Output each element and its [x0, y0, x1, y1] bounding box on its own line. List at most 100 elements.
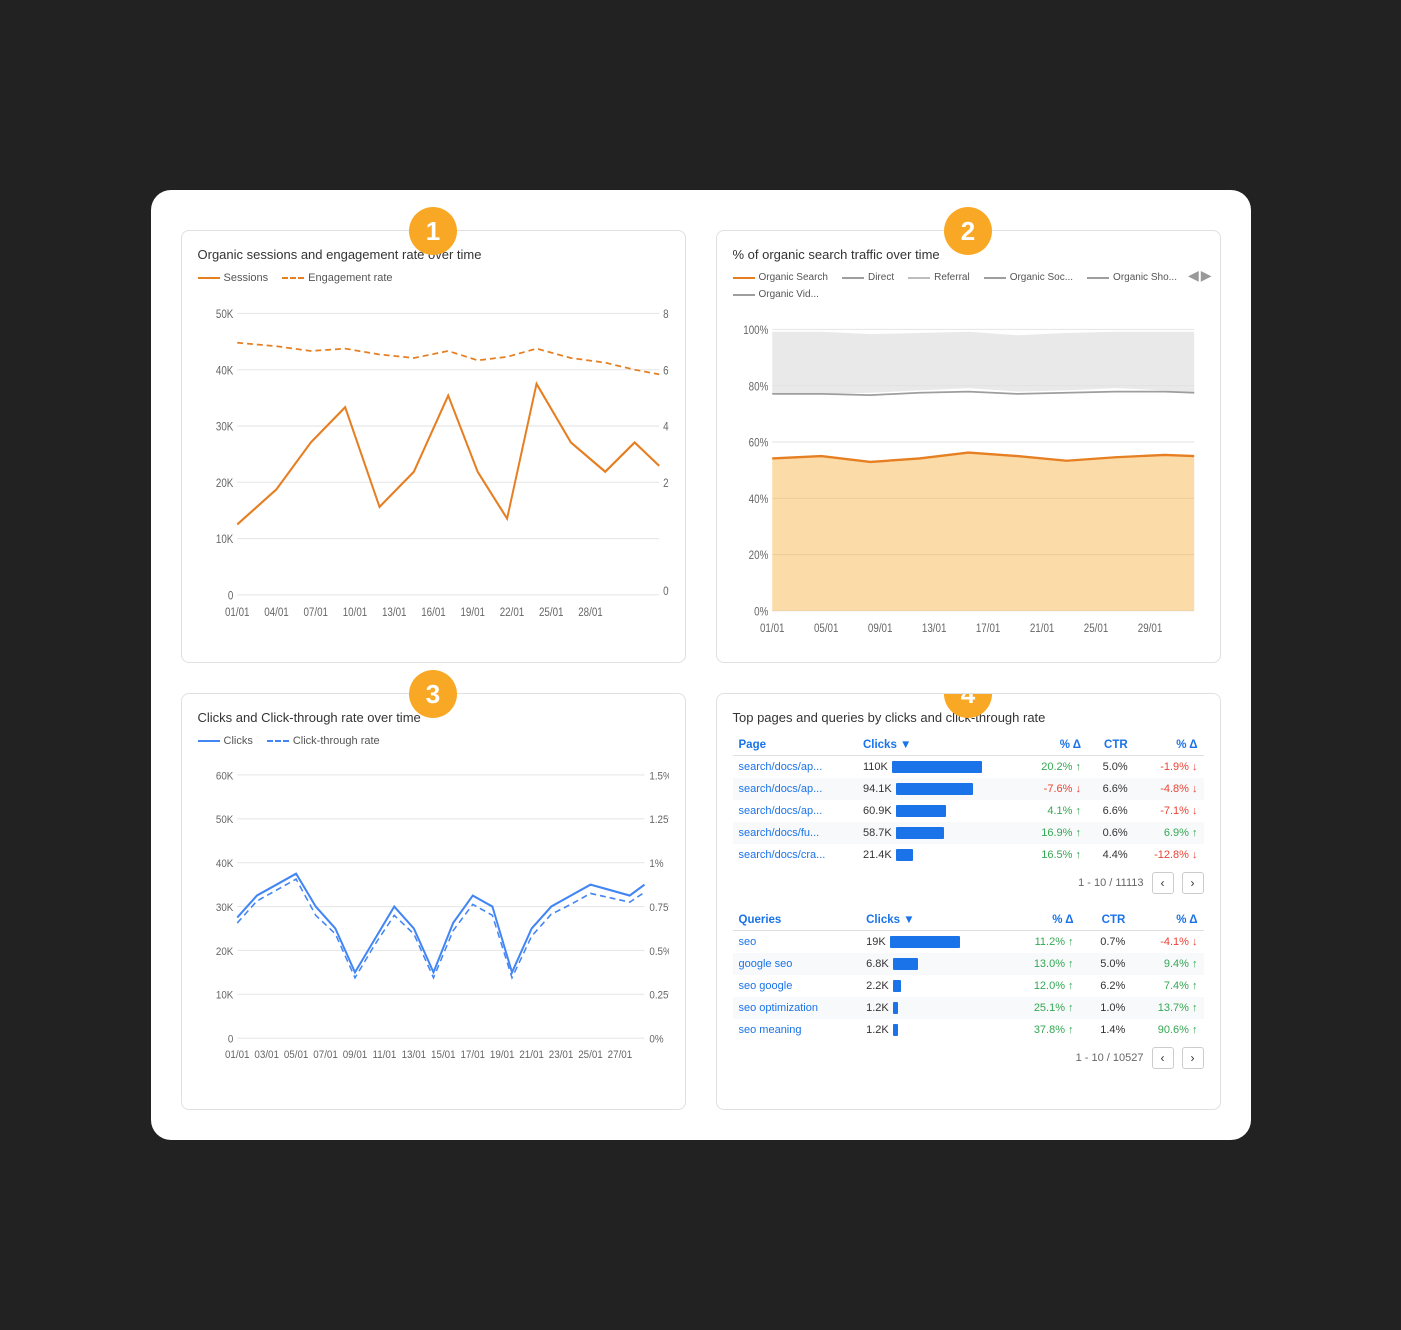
svg-text:23/01: 23/01 [548, 1049, 573, 1061]
col-query-clicks[interactable]: Clicks ▼ [860, 910, 1007, 931]
legend-ctr-label: Click-through rate [293, 735, 380, 747]
legend-organic-vid-label: Organic Vid... [759, 289, 819, 300]
legend-direct: Direct [842, 272, 894, 283]
svg-text:07/01: 07/01 [313, 1049, 338, 1061]
table-row: search/docs/fu...58.7K16.9% ↑0.6%6.9% ↑ [733, 822, 1204, 844]
cell-ctr: 1.4% [1080, 1019, 1132, 1041]
svg-text:09/01: 09/01 [867, 622, 892, 635]
cell-pct-delta: 12.0% ↑ [1007, 975, 1079, 997]
svg-text:10K: 10K [215, 533, 233, 546]
svg-text:10/01: 10/01 [342, 606, 367, 619]
svg-text:0.5%: 0.5% [649, 946, 669, 958]
cell-pct-delta: 25.1% ↑ [1007, 997, 1079, 1019]
organic-search-icon [733, 277, 755, 279]
cell-clicks: 58.7K [857, 822, 1022, 844]
panel-2: 2 % of organic search traffic over time … [716, 230, 1221, 663]
col-page[interactable]: Page [733, 735, 857, 756]
cell-ctr-pct: -4.8% ↓ [1134, 778, 1204, 800]
cell-clicks: 6.8K [860, 953, 1007, 975]
nav-next[interactable]: ▶ [1201, 267, 1212, 284]
col-ctr[interactable]: CTR [1087, 735, 1134, 756]
cell-ctr-pct: 90.6% ↑ [1131, 1019, 1203, 1041]
svg-text:17/01: 17/01 [975, 622, 1000, 635]
sessions-line-icon [198, 277, 220, 279]
svg-text:1.25%: 1.25% [649, 815, 669, 827]
cell-ctr: 6.2% [1080, 975, 1132, 997]
chart2-area: 100% 80% 60% 40% 20% 0% 01/01 05/01 09/0… [733, 306, 1204, 646]
pages-next[interactable]: › [1182, 872, 1204, 894]
legend-referral: Referral [908, 272, 970, 283]
svg-text:05/01: 05/01 [813, 622, 838, 635]
cell-pct-delta: 13.0% ↑ [1007, 953, 1079, 975]
svg-text:20%: 20% [748, 549, 768, 562]
svg-text:0%: 0% [663, 585, 669, 598]
table-row: seo google2.2K12.0% ↑6.2%7.4% ↑ [733, 975, 1204, 997]
cell-ctr-pct: -7.1% ↓ [1134, 800, 1204, 822]
col-query-pct[interactable]: % Δ [1007, 910, 1079, 931]
chart3-legend: Clicks Click-through rate [198, 735, 669, 747]
svg-text:01/01: 01/01 [224, 1049, 249, 1061]
col-query[interactable]: Queries [733, 910, 861, 931]
svg-text:19/01: 19/01 [460, 606, 485, 619]
svg-text:50K: 50K [215, 815, 232, 827]
legend-organic-soc-label: Organic Soc... [1010, 272, 1073, 283]
svg-text:07/01: 07/01 [303, 606, 328, 619]
svg-text:40K: 40K [215, 859, 232, 871]
cell-page: seo optimization [733, 997, 861, 1019]
badge-2: 2 [944, 207, 992, 255]
svg-text:01/01: 01/01 [759, 622, 784, 635]
col-ctr-pct[interactable]: % Δ [1134, 735, 1204, 756]
svg-text:20K: 20K [215, 477, 233, 490]
cell-ctr-pct: 6.9% ↑ [1134, 822, 1204, 844]
col-query-ctr[interactable]: CTR [1080, 910, 1132, 931]
col-pct-delta[interactable]: % Δ [1022, 735, 1087, 756]
cell-pct-delta: 37.8% ↑ [1007, 1019, 1079, 1041]
badge-1: 1 [409, 207, 457, 255]
organic-vid-icon [733, 294, 755, 296]
cell-ctr: 6.6% [1087, 800, 1134, 822]
cell-page: search/docs/ap... [733, 800, 857, 822]
cell-ctr: 0.7% [1080, 931, 1132, 954]
svg-text:27/01: 27/01 [607, 1049, 632, 1061]
queries-prev[interactable]: ‹ [1152, 1047, 1174, 1069]
cell-clicks: 110K [857, 756, 1022, 779]
legend-organic-soc: Organic Soc... [984, 272, 1073, 283]
col-query-ctr-pct[interactable]: % Δ [1131, 910, 1203, 931]
svg-text:15/01: 15/01 [431, 1049, 456, 1061]
svg-text:0: 0 [227, 590, 232, 603]
queries-table: Queries Clicks ▼ % Δ CTR % Δ seo19K11.2%… [733, 910, 1204, 1041]
svg-text:13/01: 13/01 [921, 622, 946, 635]
pages-prev[interactable]: ‹ [1152, 872, 1174, 894]
clicks-line-icon [198, 740, 220, 742]
svg-text:20%: 20% [663, 477, 669, 490]
svg-text:0.25%: 0.25% [649, 990, 669, 1002]
queries-pagination: 1 - 10 / 10527 ‹ › [733, 1047, 1204, 1069]
badge-3: 3 [409, 670, 457, 718]
svg-text:60%: 60% [748, 437, 768, 450]
col-clicks[interactable]: Clicks ▼ [857, 735, 1022, 756]
svg-text:22/01: 22/01 [499, 606, 524, 619]
cell-pct-delta: 16.9% ↑ [1022, 822, 1087, 844]
cell-ctr: 1.0% [1080, 997, 1132, 1019]
svg-text:10K: 10K [215, 990, 232, 1002]
chart3-area: 60K 50K 40K 30K 20K 10K 0 1.5% 1.25% 1% … [198, 753, 669, 1093]
svg-text:11/01: 11/01 [372, 1049, 396, 1061]
nav-prev[interactable]: ◀ [1188, 267, 1199, 284]
cell-clicks: 21.4K [857, 844, 1022, 866]
table-row: seo optimization1.2K25.1% ↑1.0%13.7% ↑ [733, 997, 1204, 1019]
queries-next[interactable]: › [1182, 1047, 1204, 1069]
cell-page: search/docs/fu... [733, 822, 857, 844]
cell-pct-delta: -7.6% ↓ [1022, 778, 1087, 800]
chart1-area: 50K 40K 30K 20K 10K 0 80% 60% 40% 20% 0%… [198, 290, 669, 630]
svg-text:1%: 1% [649, 859, 663, 871]
cell-page: seo [733, 931, 861, 954]
table-row: google seo6.8K13.0% ↑5.0%9.4% ↑ [733, 953, 1204, 975]
legend-sessions-label: Sessions [224, 272, 269, 284]
cell-ctr: 5.0% [1087, 756, 1134, 779]
direct-icon [842, 277, 864, 279]
svg-text:28/01: 28/01 [578, 606, 603, 619]
cell-pct-delta: 20.2% ↑ [1022, 756, 1087, 779]
svg-text:30K: 30K [215, 421, 233, 434]
cell-pct-delta: 11.2% ↑ [1007, 931, 1079, 954]
svg-text:04/01: 04/01 [264, 606, 289, 619]
